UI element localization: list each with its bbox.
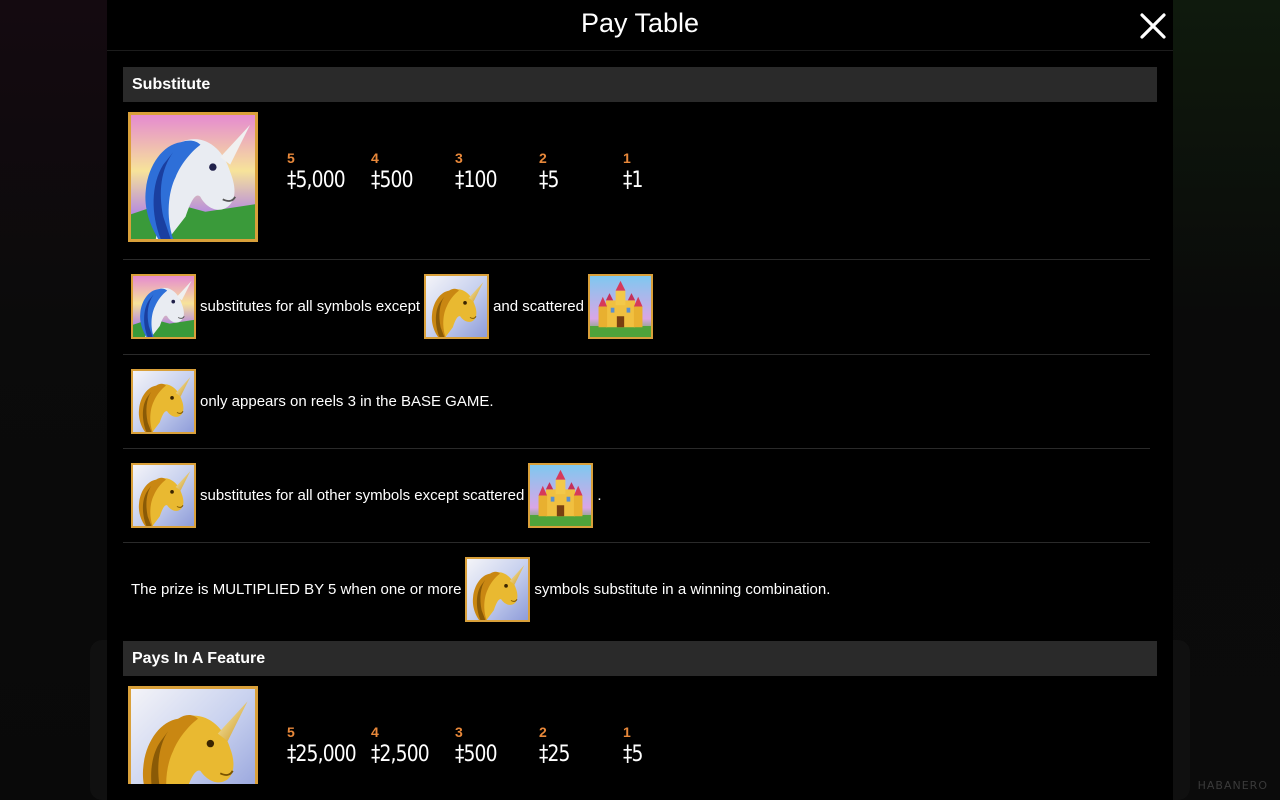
- rule-text: The prize is MULTIPLIED BY 5 when one or…: [131, 581, 462, 598]
- divider: [123, 259, 1150, 260]
- pay-table-panel: Pay Table Substitute 5 ‡5,000 4 ‡500 3 ‡100…: [107, 0, 1173, 800]
- gold-unicorn-icon: [424, 274, 490, 339]
- watermark: HABANERO: [1197, 779, 1268, 792]
- rule-text: only appears on reels 3 in the BASE GAME…: [200, 393, 494, 410]
- rule-row: only appears on reels 3 in the BASE GAME…: [131, 369, 494, 434]
- rule-text: substitutes for all other symbols except…: [200, 487, 525, 504]
- rule-row: substitutes for all symbols except and s…: [131, 274, 657, 339]
- divider: [123, 542, 1150, 543]
- section-header-substitute: Substitute: [123, 67, 1157, 102]
- pay-entry-3: 3 ‡100: [455, 150, 497, 193]
- pay-entry-4: 4 ‡500: [371, 150, 413, 193]
- rule-row: substitutes for all other symbols except…: [131, 463, 602, 528]
- pay-entry-2: 2 ‡5: [539, 150, 559, 193]
- gold-unicorn-icon: [128, 686, 258, 784]
- section-title: Substitute: [132, 76, 211, 93]
- page-title: Pay Table: [580, 8, 700, 38]
- rule-row: The prize is MULTIPLIED BY 5 when one or…: [131, 557, 830, 622]
- rule-text: symbols substitute in a winning combinat…: [534, 581, 831, 598]
- close-button[interactable]: [1139, 12, 1167, 40]
- rule-text: .: [597, 487, 602, 504]
- close-icon: [1140, 13, 1166, 39]
- section-title: Pays In A Feature: [132, 650, 266, 667]
- gold-unicorn-icon: [465, 557, 531, 622]
- divider: [123, 354, 1150, 355]
- pay-entry-4: 4 ‡2,500: [371, 724, 430, 767]
- blue-unicorn-wild-icon: [131, 274, 196, 339]
- rule-text: substitutes for all symbols except: [200, 298, 421, 315]
- pay-entry-5: 5 ‡5,000: [287, 150, 346, 193]
- pay-entry-1: 1 ‡1: [623, 150, 643, 193]
- gold-unicorn-icon: [131, 369, 196, 434]
- castle-scatter-icon: [528, 463, 594, 528]
- pay-entry-1: 1 ‡5: [623, 724, 643, 767]
- blue-unicorn-wild-icon: [128, 112, 258, 242]
- pay-table-content[interactable]: Substitute 5 ‡5,000 4 ‡500 3 ‡100 2 ‡5 1 ‡1 s…: [107, 51, 1173, 784]
- divider: [123, 448, 1150, 449]
- pay-entry-2: 2 ‡25: [539, 724, 570, 767]
- pay-table-header: Pay Table: [107, 0, 1173, 51]
- section-header-pays-in-a-feature: Pays In A Feature: [123, 641, 1157, 676]
- castle-scatter-icon: [588, 274, 653, 339]
- pay-entry-3: 3 ‡500: [455, 724, 497, 767]
- rule-text: and scattered: [493, 298, 584, 315]
- pay-entry-5: 5 ‡25,000: [287, 724, 357, 767]
- gold-unicorn-icon: [131, 463, 196, 528]
